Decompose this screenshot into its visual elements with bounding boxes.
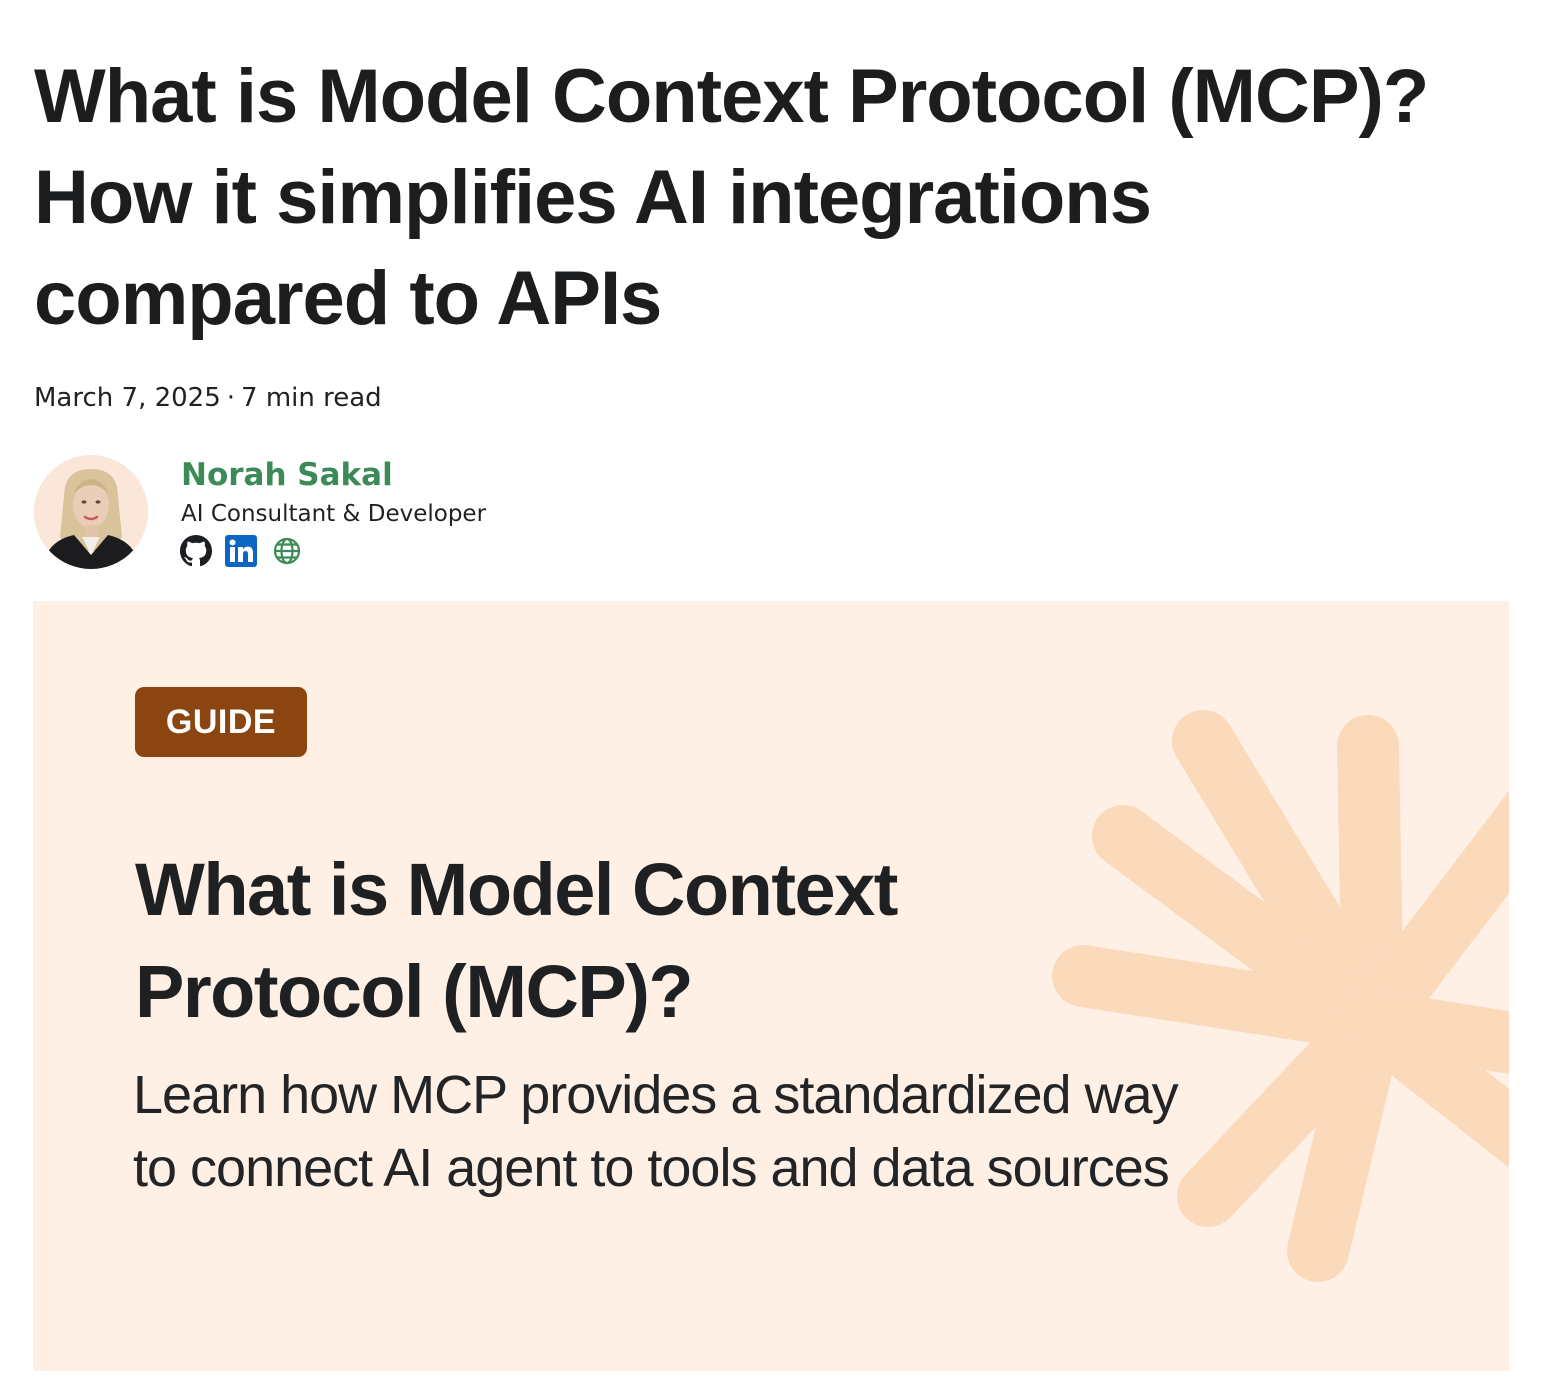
article-title: What is Model Context Protocol (MCP)? Ho…: [34, 54, 1429, 341]
github-icon[interactable]: [180, 535, 212, 567]
linkedin-icon[interactable]: [225, 535, 257, 567]
globe-icon[interactable]: [271, 535, 303, 567]
hero-title: What is Model Context Protocol (MCP)?: [135, 848, 898, 1033]
guide-badge: GUIDE: [135, 687, 307, 757]
author-name-link[interactable]: Norah Sakal: [181, 455, 393, 495]
article-meta: March 7, 2025 · 7 min read: [34, 381, 382, 415]
author-avatar[interactable]: [34, 455, 148, 569]
author-role: AI Consultant & Developer: [181, 501, 487, 527]
avatar-image: [34, 455, 148, 569]
hero-subtitle: Learn how MCP provides a standardized wa…: [133, 1065, 1179, 1198]
meta-separator: ·: [226, 383, 236, 413]
publish-date: March 7, 2025: [34, 383, 221, 413]
hero-image: GUIDE What is Model Context Protocol (MC…: [33, 601, 1509, 1371]
read-time: 7 min read: [241, 383, 382, 413]
